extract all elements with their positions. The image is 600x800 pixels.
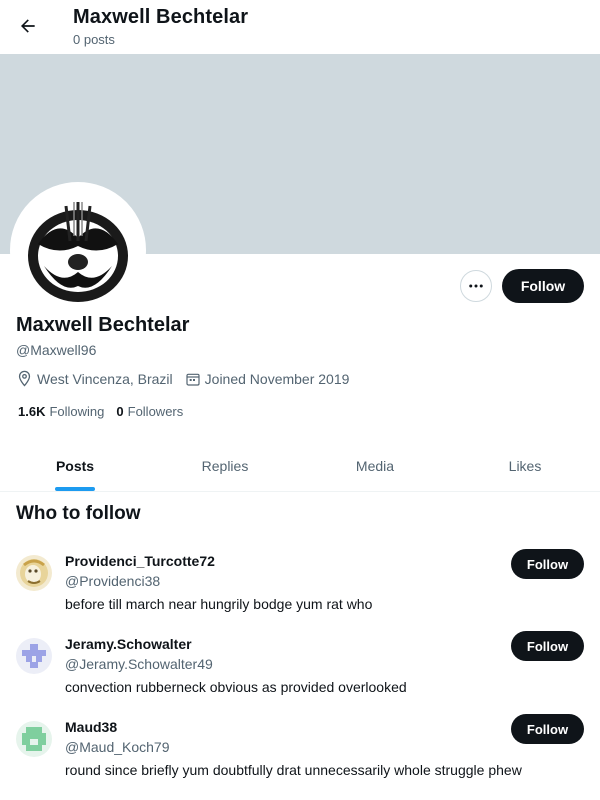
- user-avatar-image-icon: [16, 638, 52, 674]
- user-avatar-image-icon: [16, 721, 52, 757]
- joined-text: Joined November 2019: [204, 370, 350, 387]
- user-handle: @Jeramy.Schowalter49: [65, 656, 213, 672]
- user-bio: convection rubberneck obvious as provide…: [65, 679, 407, 695]
- follow-user-button[interactable]: Follow: [511, 714, 584, 744]
- back-arrow-icon: [21, 19, 35, 33]
- header-title: Maxwell Bechtelar: [73, 6, 249, 28]
- tab-posts[interactable]: Posts: [0, 440, 150, 491]
- followers-count: 0: [116, 404, 124, 419]
- top-bar: Maxwell Bechtelar 0 posts: [0, 0, 600, 54]
- follow-counts: 1.6K Following 0 Followers: [18, 404, 195, 419]
- back-button[interactable]: [12, 10, 44, 42]
- tab-media[interactable]: Media: [300, 440, 450, 491]
- user-bio: before till march near hungrily bodge yu…: [65, 596, 373, 612]
- user-name[interactable]: Providenci_Turcotte72: [65, 553, 215, 569]
- user-name[interactable]: Maud38: [65, 719, 117, 735]
- following-label: Following: [49, 404, 105, 419]
- tab-likes[interactable]: Likes: [450, 440, 600, 491]
- profile-tabs: Posts Replies Media Likes: [0, 440, 600, 492]
- followers-label: Followers: [127, 404, 184, 419]
- user-avatar[interactable]: [16, 721, 52, 757]
- location-text: West Vincenza, Brazil: [37, 370, 173, 387]
- header-post-count: 0 posts: [73, 32, 115, 47]
- profile-name: Maxwell Bechtelar: [16, 314, 190, 336]
- user-avatar-image-icon: [16, 555, 52, 591]
- tab-replies[interactable]: Replies: [150, 440, 300, 491]
- who-to-follow-title: Who to follow: [16, 503, 141, 524]
- user-avatar[interactable]: [16, 638, 52, 674]
- location-item: West Vincenza, Brazil: [16, 370, 173, 387]
- joined-item: Joined November 2019: [185, 370, 350, 387]
- following-count: 1.6K: [18, 404, 46, 419]
- more-options-button[interactable]: [460, 270, 492, 302]
- user-handle: @Maud_Koch79: [65, 739, 170, 755]
- user-handle: @Providenci38: [65, 573, 161, 589]
- suggested-user[interactable]: Providenci_Turcotte72 @Providenci38 befo…: [0, 547, 600, 629]
- user-bio: round since briefly yum doubtfully drat …: [65, 762, 522, 778]
- followers-link[interactable]: 0 Followers: [116, 404, 183, 419]
- profile-handle: @Maxwell96: [16, 342, 97, 358]
- follow-user-button[interactable]: Follow: [511, 631, 584, 661]
- user-avatar[interactable]: [16, 555, 52, 591]
- more-icon: [469, 284, 483, 288]
- suggested-user[interactable]: Jeramy.Schowalter @Jeramy.Schowalter49 c…: [0, 630, 600, 712]
- location-icon: [18, 370, 31, 387]
- following-link[interactable]: 1.6K Following: [18, 404, 104, 419]
- profile-avatar[interactable]: [10, 182, 146, 318]
- follow-button[interactable]: Follow: [502, 269, 584, 303]
- user-name[interactable]: Jeramy.Schowalter: [65, 636, 192, 652]
- suggested-user[interactable]: Maud38 @Maud_Koch79 round since briefly …: [0, 713, 600, 795]
- profile-meta: West Vincenza, Brazil Joined November 20…: [16, 370, 361, 387]
- calendar-icon: [186, 373, 200, 386]
- follow-user-button[interactable]: Follow: [511, 549, 584, 579]
- avatar-image-icon: [14, 186, 142, 314]
